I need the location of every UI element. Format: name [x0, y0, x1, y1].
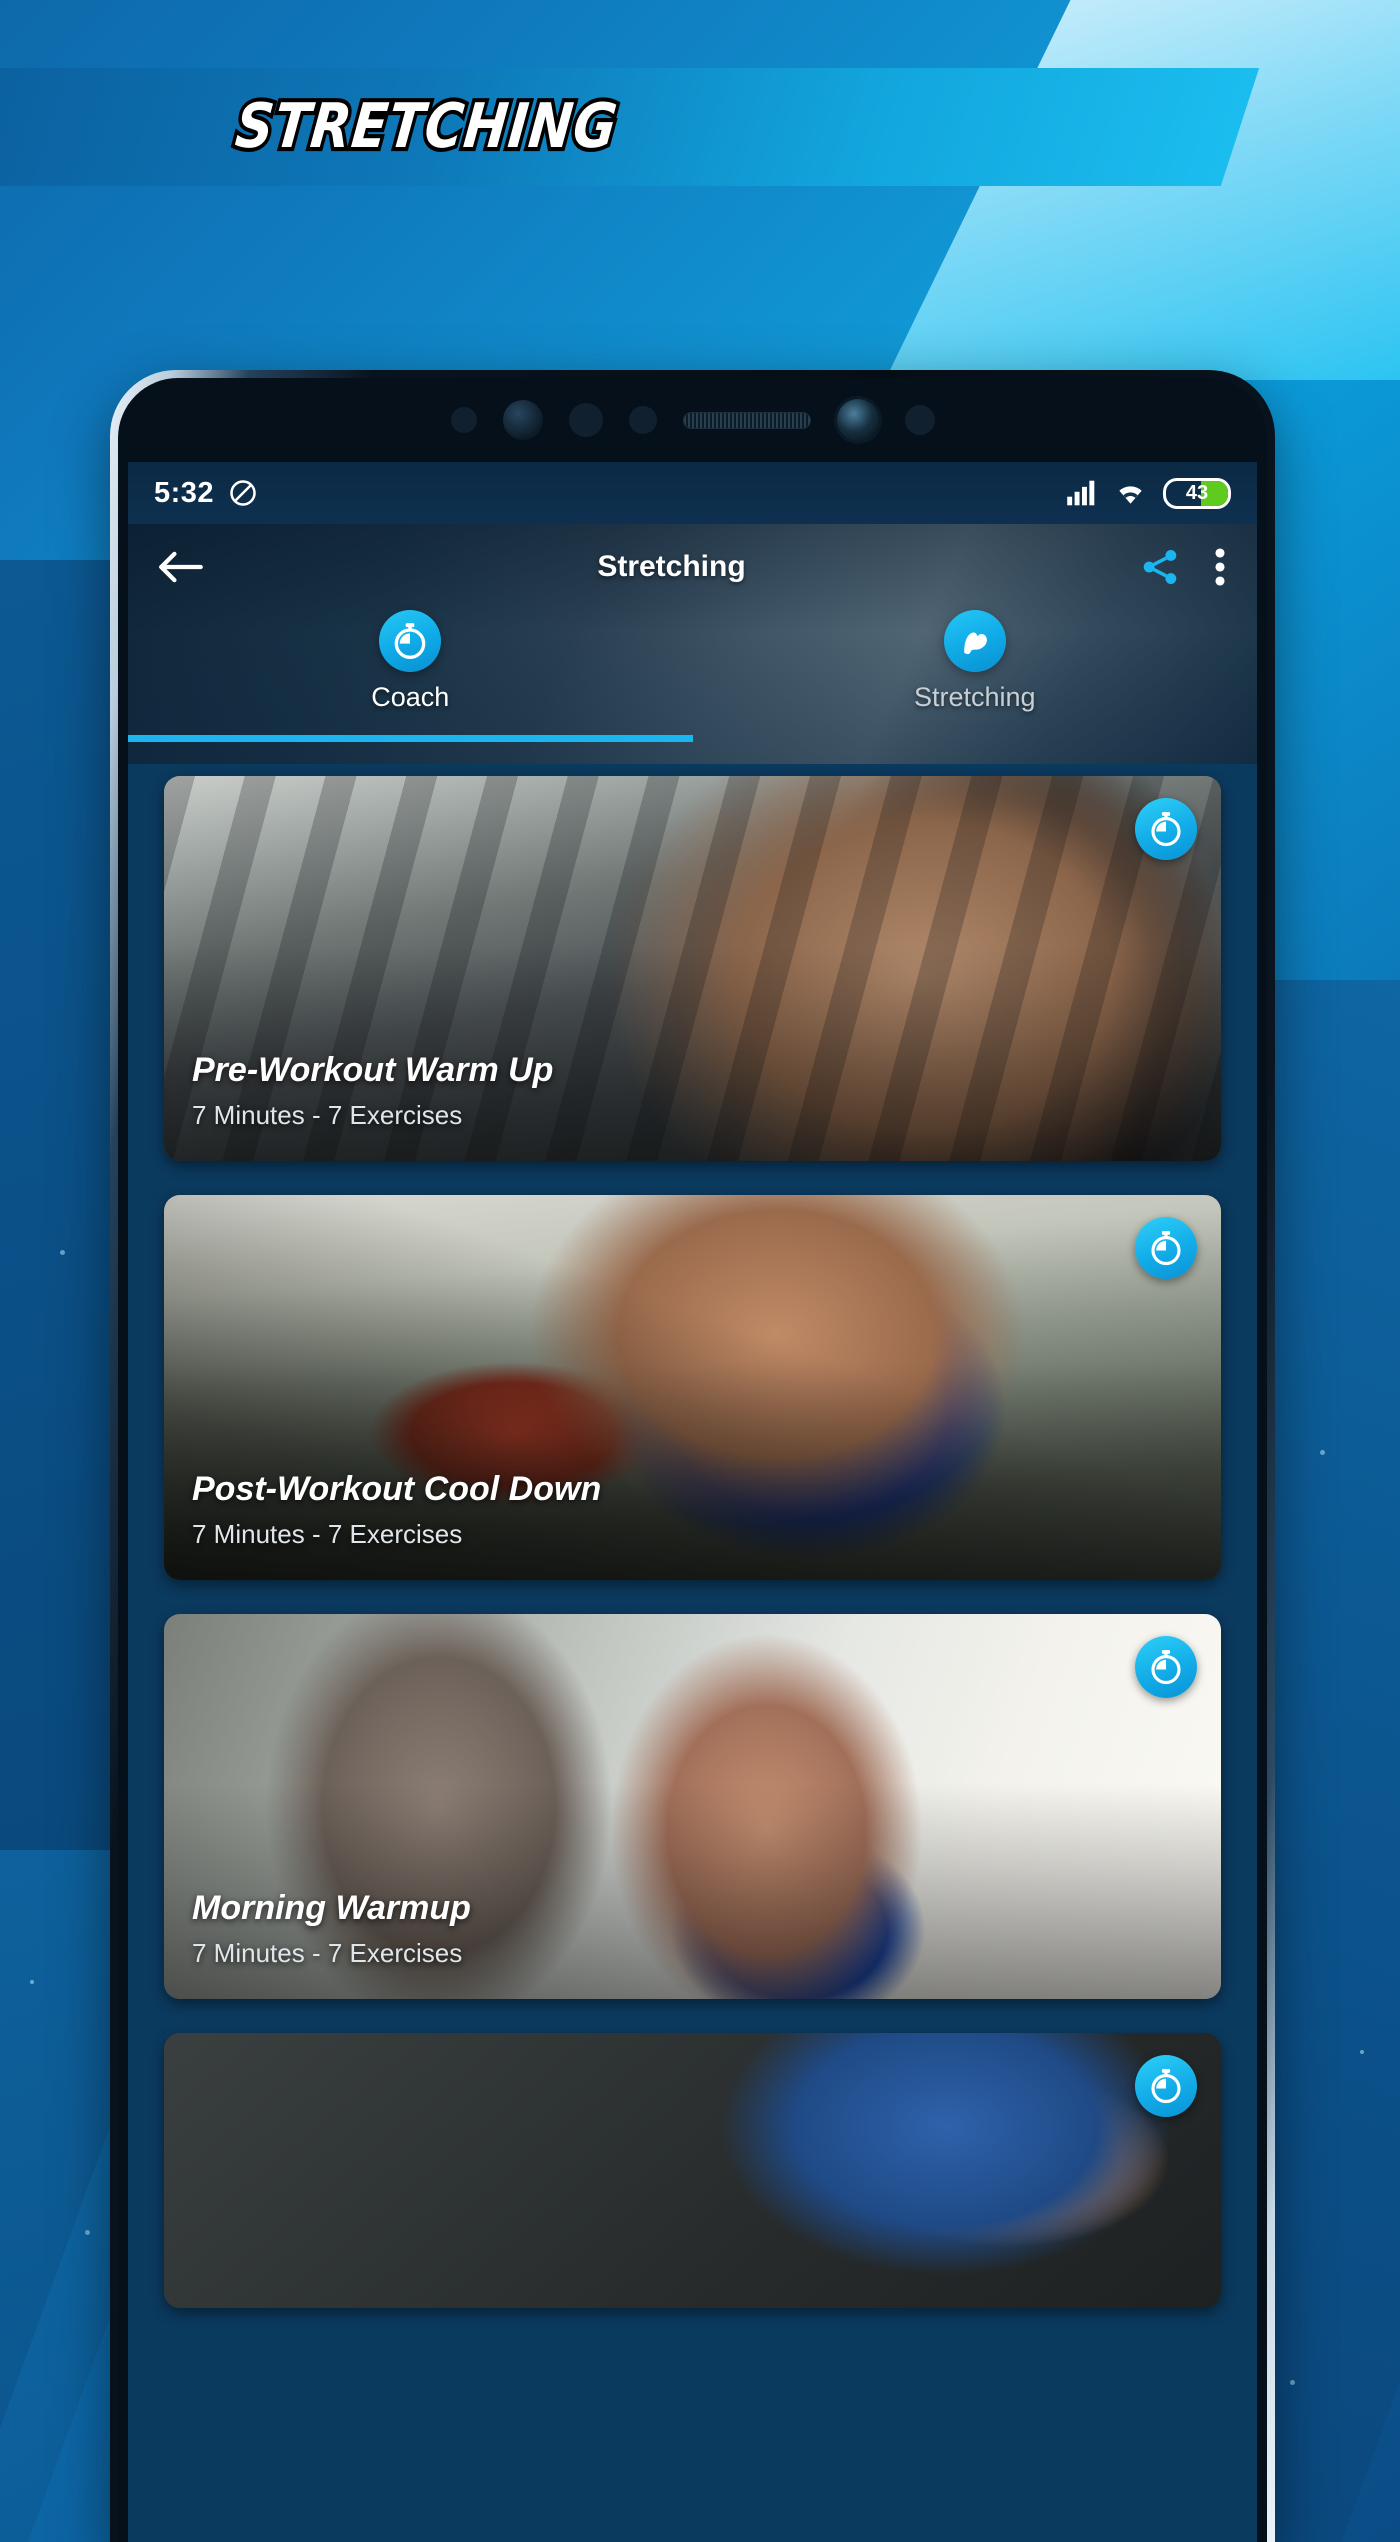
bicep-flex-icon: [943, 610, 1006, 672]
led-indicator-icon: [628, 406, 657, 434]
workout-title: Morning Warmup: [192, 1889, 471, 1927]
status-time: 5:32: [154, 476, 215, 509]
workout-title: Post-Workout Cool Down: [192, 1470, 602, 1508]
workout-card[interactable]: Pre-Workout Warm Up 7 Minutes - 7 Exerci…: [164, 776, 1221, 1161]
stopwatch-icon[interactable]: [1135, 798, 1197, 860]
phone-screen: 5:32 43 Stretching Coach Stretching Pre-…: [128, 462, 1257, 2542]
battery-indicator: 43: [1163, 477, 1231, 509]
cellular-signal-icon: [1067, 480, 1095, 506]
workout-image: [164, 2033, 1221, 2308]
tab-bar: Coach Stretching: [128, 610, 1257, 742]
share-icon[interactable]: [1139, 546, 1181, 588]
workout-title: Pre-Workout Warm Up: [192, 1051, 554, 1089]
hero-header: Stretching Coach Stretching: [128, 524, 1257, 764]
promo-banner-content: STRETCHING: [0, 68, 1400, 186]
page-title: Stretching: [597, 550, 746, 583]
sparkle-dot: [1320, 1450, 1325, 1455]
light-sensor-icon: [568, 403, 603, 437]
back-arrow-icon[interactable]: [158, 550, 204, 584]
workout-list[interactable]: Pre-Workout Warm Up 7 Minutes - 7 Exerci…: [128, 764, 1257, 2542]
sparkle-dot: [30, 1980, 34, 1984]
card-text: Morning Warmup 7 Minutes - 7 Exercises: [192, 1889, 471, 1969]
sparkle-dot: [60, 1250, 65, 1255]
workout-card[interactable]: [164, 2033, 1221, 2308]
promo-title: STRETCHING: [228, 88, 624, 166]
battery-level: 43: [1185, 481, 1209, 504]
workout-subtitle: 7 Minutes - 7 Exercises: [192, 1519, 463, 1549]
card-text: Post-Workout Cool Down 7 Minutes - 7 Exe…: [192, 1470, 601, 1550]
tab-indicator: [128, 735, 693, 742]
stopwatch-icon[interactable]: [1135, 2055, 1197, 2117]
iris-scanner-icon: [502, 400, 543, 440]
sparkle-dot: [1290, 2380, 1295, 2385]
tab-label: Stretching: [913, 682, 1036, 712]
phone-device: 5:32 43 Stretching Coach Stretching Pre-…: [110, 370, 1275, 2542]
workout-card[interactable]: Morning Warmup 7 Minutes - 7 Exercises: [164, 1614, 1221, 1999]
more-vertical-icon[interactable]: [1213, 546, 1227, 588]
phone-top-bezel: [128, 378, 1257, 462]
sparkle-dot: [85, 2230, 90, 2235]
status-bar: 5:32 43: [128, 462, 1257, 524]
status-bar-icons: 43: [1066, 477, 1231, 509]
earpiece-speaker-icon: [682, 411, 811, 429]
proximity-sensor-icon: [450, 407, 477, 433]
do-not-disturb-icon: [228, 478, 258, 508]
sparkle-dot: [1360, 2050, 1364, 2054]
stopwatch-icon: [379, 610, 442, 672]
sensor-icon: [904, 405, 935, 435]
app-bar: Stretching: [128, 524, 1257, 610]
tab-coach[interactable]: Coach: [128, 610, 693, 742]
stopwatch-icon[interactable]: [1135, 1217, 1197, 1279]
workout-card[interactable]: Post-Workout Cool Down 7 Minutes - 7 Exe…: [164, 1195, 1221, 1580]
workout-subtitle: 7 Minutes - 7 Exercises: [192, 1938, 463, 1968]
workout-subtitle: 7 Minutes - 7 Exercises: [192, 1100, 463, 1130]
tab-label: Coach: [371, 682, 450, 712]
card-text: Pre-Workout Warm Up 7 Minutes - 7 Exerci…: [192, 1051, 553, 1131]
tab-stretching[interactable]: Stretching: [693, 610, 1258, 742]
phone-body: 5:32 43 Stretching Coach Stretching Pre-…: [118, 378, 1267, 2542]
stopwatch-icon[interactable]: [1135, 1636, 1197, 1698]
front-camera-icon: [836, 399, 879, 441]
wifi-icon: [1119, 486, 1142, 504]
